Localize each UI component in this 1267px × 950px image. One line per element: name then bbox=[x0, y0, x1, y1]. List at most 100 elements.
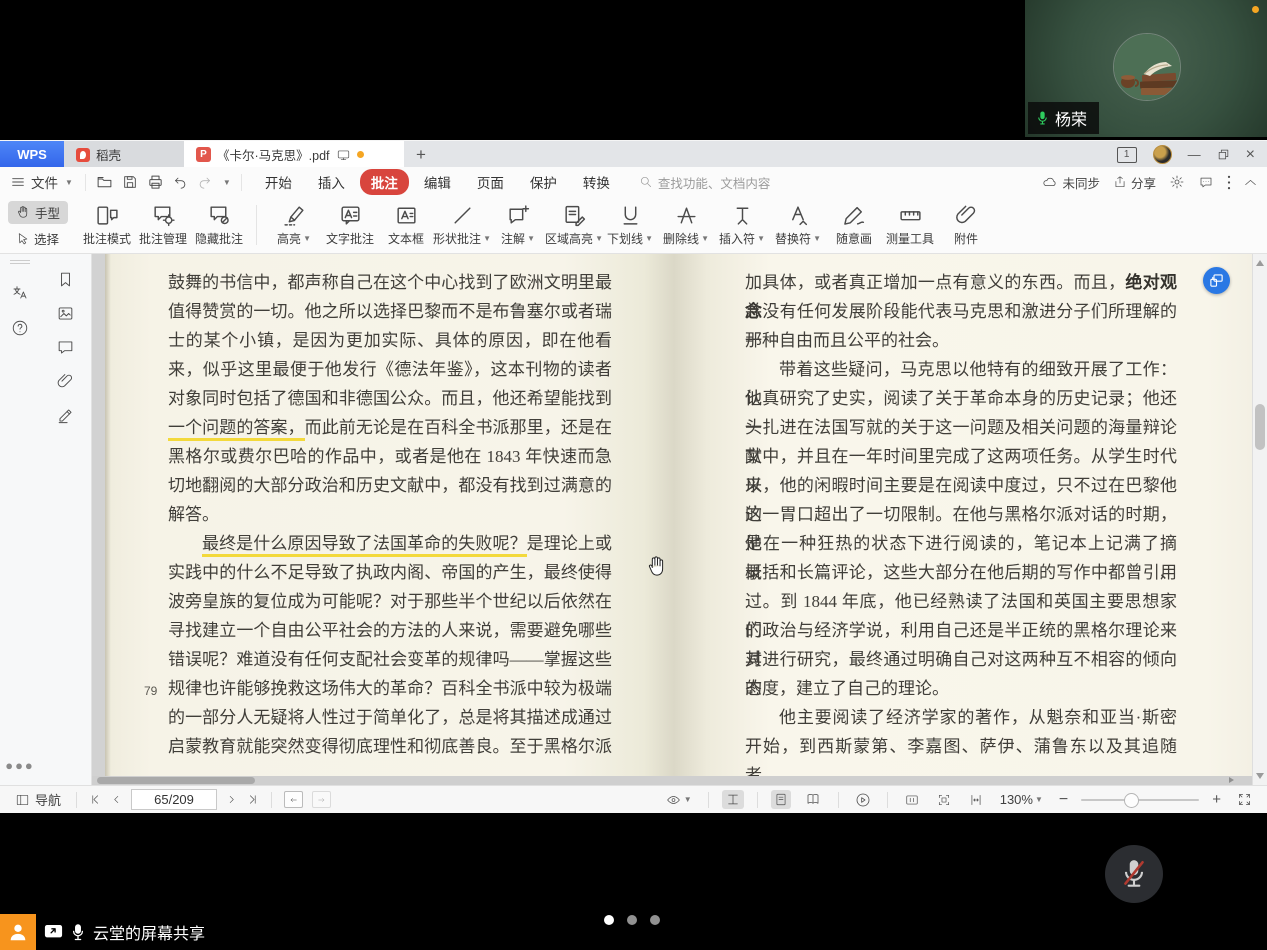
next-page-icon[interactable] bbox=[226, 793, 237, 806]
view-back-button[interactable] bbox=[284, 791, 303, 808]
share-button[interactable]: 分享 bbox=[1113, 173, 1156, 192]
minimize-button[interactable]: — bbox=[1188, 148, 1201, 161]
mute-microphone-button[interactable] bbox=[1105, 845, 1163, 903]
scroll-down-arrow-icon[interactable] bbox=[1256, 773, 1264, 779]
kebab-menu-icon[interactable] bbox=[1227, 175, 1231, 190]
toolbar-text-annotation[interactable]: 文字批注 bbox=[323, 203, 377, 247]
zoom-slider[interactable] bbox=[1081, 799, 1199, 801]
menu-item-protect[interactable]: 保护 bbox=[519, 169, 568, 195]
mobile-view-button[interactable] bbox=[1203, 267, 1230, 294]
print-icon[interactable] bbox=[147, 174, 164, 191]
last-page-icon[interactable] bbox=[246, 793, 259, 806]
previous-page-icon[interactable] bbox=[111, 793, 122, 806]
toolbar-annotate-mode[interactable]: 批注模式 bbox=[80, 203, 134, 247]
toolbar-attachment[interactable]: 附件 bbox=[939, 203, 993, 247]
sync-status[interactable]: 未同步 bbox=[1041, 173, 1100, 192]
menu-item-edit[interactable]: 编辑 bbox=[413, 169, 462, 195]
tab-document[interactable]: P 《卡尔·马克思》.pdf bbox=[184, 141, 404, 168]
undo-icon[interactable] bbox=[173, 175, 188, 190]
horizontal-scrollbar[interactable] bbox=[92, 776, 1252, 785]
carousel-dot[interactable] bbox=[650, 915, 660, 925]
zoom-slider-thumb[interactable] bbox=[1124, 793, 1139, 808]
comment-icon[interactable] bbox=[56, 338, 75, 357]
carousel-dot-active[interactable] bbox=[604, 915, 614, 925]
close-button[interactable]: × bbox=[1246, 147, 1255, 163]
image-icon[interactable] bbox=[56, 304, 75, 323]
toolbar-underline[interactable]: 下划线▼ bbox=[603, 203, 657, 247]
account-avatar[interactable] bbox=[1153, 145, 1172, 164]
two-page-view-button[interactable] bbox=[801, 790, 825, 809]
toolbar-note[interactable]: 注解▼ bbox=[491, 203, 545, 247]
toolbar-freehand[interactable]: 随意画 bbox=[827, 203, 881, 247]
sidebar-handle[interactable] bbox=[10, 260, 30, 261]
actual-size-button[interactable] bbox=[901, 791, 923, 809]
toolbar-textbox[interactable]: 文本框 bbox=[379, 203, 433, 247]
translate-icon[interactable] bbox=[11, 283, 29, 301]
first-page-icon[interactable] bbox=[89, 793, 102, 806]
menu-item-page[interactable]: 页面 bbox=[466, 169, 515, 195]
zoom-in-button[interactable]: + bbox=[1209, 789, 1224, 810]
help-icon[interactable] bbox=[11, 319, 29, 337]
hand-tool-button[interactable]: 手型 bbox=[8, 201, 68, 224]
toolbar-annotate-manage[interactable]: 批注管理 bbox=[136, 203, 190, 247]
search-input[interactable]: 查找功能、文档内容 bbox=[639, 173, 771, 192]
document-viewport[interactable]: 鼓舞的书信中，都声称自己在这个中心找到了欧洲文明里最值得赞赏的一切。他之所以选择… bbox=[92, 254, 1252, 785]
eye-protection-button[interactable]: ▼ bbox=[662, 791, 695, 809]
outer-sidebar: ●●● bbox=[0, 254, 41, 785]
history-dropdown-icon[interactable]: ▼ bbox=[223, 178, 231, 187]
collapse-ribbon-icon[interactable] bbox=[1244, 178, 1257, 187]
toolbar-shape-annotation[interactable]: 形状批注▼ bbox=[435, 203, 489, 247]
vertical-scrollbar[interactable] bbox=[1252, 254, 1267, 785]
participant-video-tile[interactable]: 杨荣 bbox=[1025, 0, 1267, 137]
tab-docer[interactable]: 稻壳 bbox=[64, 141, 184, 168]
restore-button[interactable] bbox=[1217, 148, 1230, 161]
bookmark-icon[interactable] bbox=[56, 270, 75, 289]
tab-document-label: 《卡尔·马克思》.pdf bbox=[217, 145, 330, 164]
toolbar-replace[interactable]: 替换符▼ bbox=[771, 203, 825, 247]
sidebar-more-button[interactable]: ●●● bbox=[0, 758, 40, 773]
single-page-view-button[interactable] bbox=[771, 790, 791, 809]
wps-logo-button[interactable]: WPS bbox=[0, 141, 64, 168]
presenter-tile[interactable] bbox=[0, 914, 36, 950]
screen-share-banner: 云堂的屏幕共享 bbox=[0, 914, 205, 950]
vertical-scrollbar-thumb[interactable] bbox=[1255, 404, 1265, 450]
redo-icon[interactable] bbox=[197, 175, 212, 190]
file-menu[interactable]: 文件 ▼ bbox=[10, 172, 73, 192]
scroll-up-arrow-icon[interactable] bbox=[1256, 260, 1264, 266]
horizontal-scrollbar-thumb[interactable] bbox=[97, 777, 255, 784]
toolbar-strikethrough[interactable]: 删除线▼ bbox=[659, 203, 713, 247]
toolbar-area-highlight[interactable]: 区域高亮▼ bbox=[547, 203, 601, 247]
book-line: 黑格尔或费尔巴哈的作品中，或者是他在 1843 年快速而急 bbox=[168, 442, 612, 471]
fullscreen-button[interactable] bbox=[1234, 790, 1255, 809]
scroll-right-arrow-icon[interactable] bbox=[1229, 777, 1234, 783]
select-tool-button[interactable]: 选择 bbox=[8, 227, 68, 250]
stamp-icon[interactable] bbox=[56, 406, 75, 425]
toolbar-hide-annotation[interactable]: 隐藏批注 bbox=[192, 203, 246, 247]
menu-item-home[interactable]: 开始 bbox=[254, 169, 303, 195]
view-carousel-dots[interactable] bbox=[604, 915, 660, 925]
paperclip-icon[interactable] bbox=[56, 372, 75, 391]
fit-width-button[interactable] bbox=[965, 791, 987, 809]
menu-item-annotate[interactable]: 批注 bbox=[360, 169, 409, 195]
zoom-level-dropdown[interactable]: 130% ▼ bbox=[997, 790, 1046, 809]
window-count-badge[interactable]: 1 bbox=[1117, 147, 1137, 163]
page-indicator-input[interactable] bbox=[131, 789, 217, 810]
gear-icon[interactable] bbox=[1169, 174, 1185, 190]
autoplay-button[interactable] bbox=[852, 790, 874, 810]
continuous-scroll-button[interactable] bbox=[722, 790, 744, 809]
toolbar-highlight[interactable]: 高亮▼ bbox=[267, 203, 321, 247]
fit-page-button[interactable] bbox=[933, 791, 955, 809]
navigation-label: 导航 bbox=[35, 790, 61, 809]
open-folder-icon[interactable] bbox=[96, 174, 113, 191]
save-icon[interactable] bbox=[122, 174, 138, 190]
view-forward-button[interactable] bbox=[312, 791, 331, 808]
new-tab-button[interactable]: + bbox=[404, 141, 438, 168]
navigation-panel-button[interactable]: 导航 bbox=[12, 788, 64, 811]
menu-item-insert[interactable]: 插入 bbox=[307, 169, 356, 195]
feedback-comment-icon[interactable] bbox=[1198, 175, 1214, 190]
toolbar-caret-insert[interactable]: 插入符▼ bbox=[715, 203, 769, 247]
menu-item-convert[interactable]: 转换 bbox=[572, 169, 621, 195]
carousel-dot[interactable] bbox=[627, 915, 637, 925]
toolbar-measure[interactable]: 测量工具 bbox=[883, 203, 937, 247]
zoom-out-button[interactable]: − bbox=[1056, 789, 1071, 811]
